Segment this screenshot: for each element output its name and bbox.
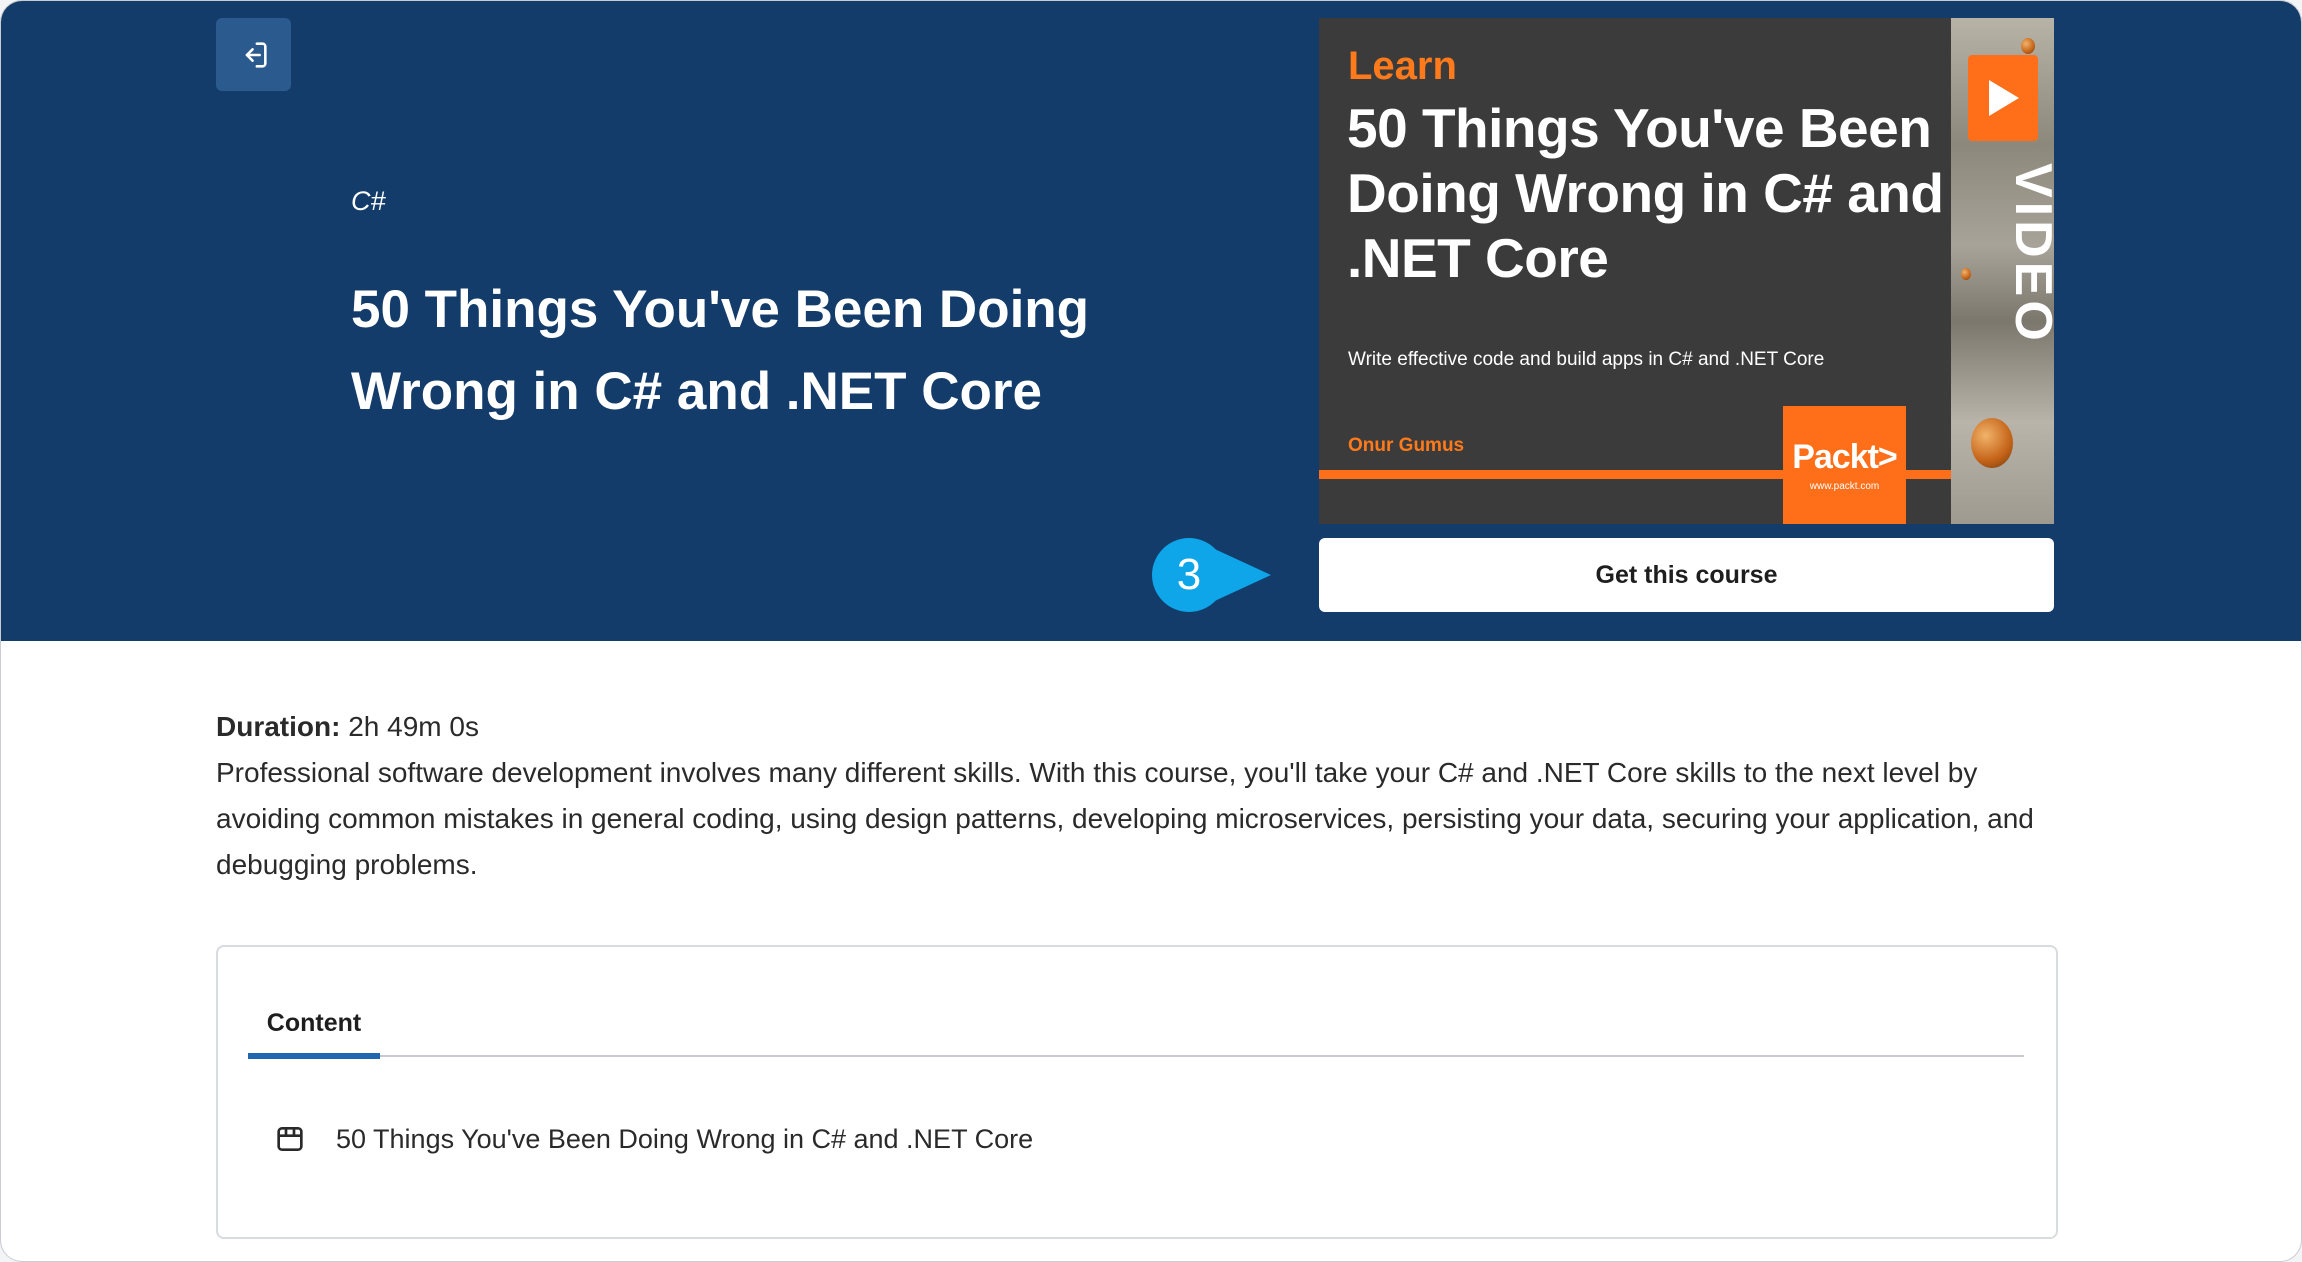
cover-subtitle: Write effective code and build apps in C… bbox=[1348, 349, 1825, 370]
play-icon bbox=[1968, 55, 2038, 141]
tab-content[interactable]: Content bbox=[248, 987, 380, 1059]
cover-title: 50 Things You've Been Doing Wrong in C# … bbox=[1347, 97, 1944, 289]
course-hero: C# 50 Things You've Been Doing Wrong in … bbox=[1, 1, 2301, 641]
content-panel: Content 50 Things You've Been Doing Wron… bbox=[216, 945, 2058, 1239]
publisher-name: Packt> bbox=[1792, 438, 1898, 476]
tab-bar-divider bbox=[248, 1055, 2024, 1057]
cover-video-strip: VIDEO bbox=[1951, 18, 2054, 524]
content-list-item[interactable]: 50 Things You've Been Doing Wrong in C# … bbox=[274, 1123, 1033, 1155]
cover-format-label: VIDEO bbox=[2004, 163, 2054, 345]
logout-arrow-icon bbox=[245, 41, 267, 68]
publisher-logo: Packt> www.packt.com bbox=[1783, 406, 1906, 524]
decorative-droplet bbox=[1971, 418, 2013, 468]
decorative-droplet bbox=[1961, 268, 1971, 280]
course-details: Duration: 2h 49m 0s Professional softwar… bbox=[216, 704, 2061, 888]
duration-row: Duration: 2h 49m 0s bbox=[216, 704, 2061, 750]
box-icon bbox=[277, 1127, 303, 1151]
cover-learn-label: Learn bbox=[1348, 44, 1457, 88]
publisher-url: www.packt.com bbox=[1809, 481, 1880, 492]
decorative-droplet bbox=[2021, 38, 2035, 54]
page-frame: C# 50 Things You've Been Doing Wrong in … bbox=[0, 0, 2302, 1262]
get-course-button[interactable]: Get this course bbox=[1319, 538, 2054, 612]
active-tab-indicator bbox=[248, 1053, 380, 1059]
duration-label: Duration: bbox=[216, 711, 341, 742]
step-number: 3 bbox=[1176, 550, 1202, 599]
course-description: Professional software development involv… bbox=[216, 757, 2034, 880]
exit-button[interactable] bbox=[216, 18, 291, 91]
course-title: 50 Things You've Been Doing Wrong in C# … bbox=[351, 280, 1090, 421]
duration-value: 2h 49m 0s bbox=[348, 711, 479, 742]
course-cover-image: Learn 50 Things You've Been Doing Wrong … bbox=[1319, 18, 2054, 524]
course-category: C# bbox=[351, 186, 386, 216]
cover-author: Onur Gumus bbox=[1348, 435, 1465, 456]
content-item-title: 50 Things You've Been Doing Wrong in C# … bbox=[336, 1123, 1034, 1154]
